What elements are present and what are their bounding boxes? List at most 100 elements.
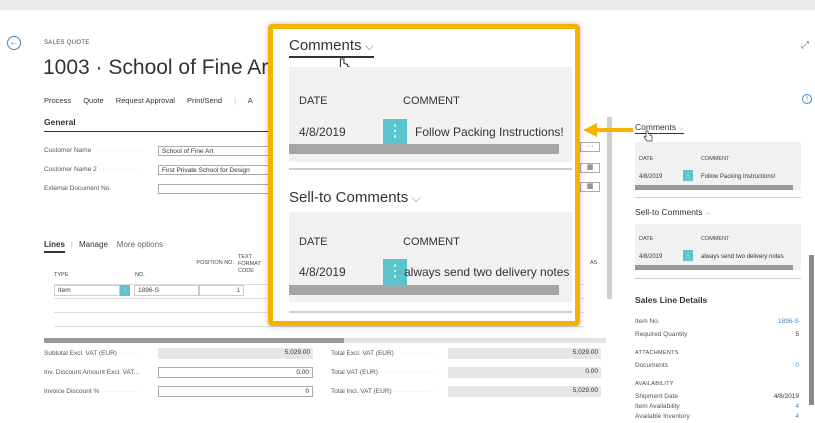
hand-cursor-icon [643, 130, 653, 142]
zoom-sell-to-scrollbar[interactable] [289, 285, 559, 295]
zoom-comments-scrollbar[interactable] [289, 144, 559, 154]
action-bar: Process Quote Request Approval Print/Sen… [44, 96, 263, 105]
fb-col-date: DATE [639, 236, 654, 242]
sld-available-inventory: Available Inventory 4 [635, 413, 799, 420]
page-caption: SALES QUOTE [44, 40, 90, 46]
dropdown-chevron-icon: ⌵ [704, 210, 711, 217]
zoom-col-date: DATE [299, 236, 328, 248]
inv-discount-field[interactable]: 0.00 [158, 367, 313, 378]
documents-link[interactable]: 0 [795, 362, 799, 369]
fb-sell-to-text[interactable]: always send two delivery notes [701, 254, 784, 260]
factbox-scrollbar[interactable] [809, 255, 814, 405]
lines-more-options[interactable]: More options [117, 240, 163, 249]
zoom-callout: Comments ⌵ DATE COMMENT 4/8/2019 ⋮ Follo… [268, 24, 580, 326]
sld-required-qty: Required Quantity 5 [635, 331, 799, 338]
factbox-sell-to-table: DATE COMMENT 4/8/2019 ⋮ always send two … [635, 224, 801, 270]
zoom-col-date: DATE [299, 95, 328, 107]
total-vat-value: 0.00 [448, 367, 601, 378]
table-row[interactable] [54, 326, 584, 337]
total-vat-label: Total VAT (EUR) · · · · · · · · · · · · … [331, 369, 434, 376]
zoom-sell-to-date: 4/8/2019 [299, 265, 346, 279]
fb-sell-to-date: 4/8/2019 [639, 254, 663, 260]
fb-comment-text[interactable]: Follow Packing Instructions! [701, 174, 775, 180]
total-incl-value: 5,029.00 [448, 386, 601, 397]
zoom-comments-title[interactable]: Comments ⌵ [289, 37, 374, 58]
col-position-no: POSITION NO. [196, 260, 234, 266]
factbox-divider [635, 278, 801, 279]
sld-shipment-date: Shipment Date 4/8/2019 [635, 393, 799, 400]
total-excl-value: 5,029.00 [448, 348, 601, 359]
page-title: 1003 · School of Fine Art [43, 56, 275, 79]
action-separator: | [234, 96, 237, 105]
lines-manage[interactable]: Manage [79, 240, 108, 249]
dropdown-chevron-icon: ⌵ [361, 39, 374, 53]
action-quote[interactable]: Quote [83, 96, 103, 105]
calendar-icon[interactable]: ▦ [580, 163, 600, 173]
actions-dots-icon[interactable]: ⋮ [683, 170, 693, 181]
line-type[interactable]: Item [54, 285, 120, 296]
fb-comments-scrollbar[interactable] [635, 185, 793, 190]
invoice-discount-pct-field[interactable]: 0 [158, 386, 313, 397]
horizontal-scrollbar[interactable] [44, 338, 606, 343]
info-icon[interactable]: i [802, 94, 812, 104]
fb-comment-date: 4/8/2019 [639, 174, 663, 180]
zoom-col-comment: COMMENT [403, 95, 460, 107]
page-vertical-scrollbar[interactable] [607, 117, 612, 299]
zoom-comment-text[interactable]: Follow Packing Instructions! [415, 125, 564, 139]
item-availability-link[interactable]: 4 [795, 403, 799, 410]
fb-col-comment: COMMENT [701, 156, 730, 162]
customer-name-2-label: Customer Name 2 · · · · · · · · · · · [44, 166, 141, 173]
action-print-send[interactable]: Print/Send [187, 96, 222, 105]
zoom-divider [289, 168, 572, 170]
factbox-divider [635, 197, 801, 198]
external-doc-field[interactable] [158, 184, 270, 194]
sales-line-details-title[interactable]: Sales Line Details [635, 295, 707, 305]
back-arrow-icon[interactable]: ← [7, 36, 21, 50]
col-type: TYPE [54, 272, 69, 278]
zoom-col-comment: COMMENT [403, 236, 460, 248]
dropdown-chevron-icon: ⌵ [678, 125, 684, 132]
inv-discount-label: Inv. Discount Amount Excl. VAT... [44, 369, 140, 376]
sld-item-no: Item No. 1896-S [635, 318, 799, 325]
customer-name-2-field[interactable]: First Private School for Design [158, 165, 270, 175]
zoom-comment-date: 4/8/2019 [299, 125, 346, 139]
customer-name-field[interactable]: School of Fine Art [158, 146, 270, 156]
customer-name-label: Customer Name · · · · · · · · · · · · · [44, 147, 143, 154]
line-position[interactable]: 1 [199, 285, 244, 296]
sld-item-availability: Item Availability 4 [635, 403, 799, 410]
expand-icon[interactable]: ⤢ [801, 40, 809, 51]
action-request-approval[interactable]: Request Approval [116, 96, 175, 105]
callout-arrow-icon [583, 123, 633, 137]
line-no[interactable]: 1896-S [134, 285, 199, 296]
actions-dots-icon[interactable]: ⋮ [120, 285, 130, 296]
factbox-comments-table: DATE COMMENT 4/8/2019 ⋮ Follow Packing I… [635, 142, 801, 190]
action-process[interactable]: Process [44, 96, 71, 105]
factbox-sell-to-title[interactable]: Sell-to Comments ⌵ [635, 207, 710, 218]
col-as: AS [590, 260, 598, 266]
actions-dots-icon[interactable]: ⋮ [683, 250, 693, 261]
item-no-link[interactable]: 1896-S [778, 318, 799, 325]
col-no: NO. [135, 272, 145, 278]
action-more[interactable]: A [248, 96, 253, 105]
lookup-ellipsis-icon[interactable]: ··· [580, 142, 600, 152]
general-heading[interactable]: General [44, 117, 299, 132]
lines-header: Lines | Manage More options [44, 240, 163, 253]
zoom-divider [289, 311, 572, 313]
availability-caption: AVAILABILITY [635, 381, 674, 387]
fb-col-date: DATE [639, 156, 654, 162]
total-excl-label: Total Excl. VAT (EUR) · · · · · · · · · … [331, 350, 434, 357]
actions-dots-icon[interactable]: ⋮ [383, 119, 407, 145]
dropdown-chevron-icon: ⌵ [408, 191, 421, 205]
fb-sell-to-scrollbar[interactable] [635, 265, 793, 270]
calendar-icon[interactable]: ▦ [580, 182, 600, 192]
fb-col-comment: COMMENT [701, 236, 730, 242]
external-doc-label: External Document No. [44, 185, 112, 192]
scrollbar-thumb[interactable] [44, 338, 344, 343]
lines-tab[interactable]: Lines [44, 240, 65, 253]
zoom-sell-to-title[interactable]: Sell-to Comments ⌵ [289, 189, 421, 206]
zoom-sell-to-text[interactable]: always send two delivery notes [404, 265, 569, 279]
col-text-format-code: TEXT FORMAT CODE [238, 254, 261, 274]
available-inventory-link[interactable]: 4 [795, 413, 799, 420]
attachments-caption: ATTACHMENTS [635, 350, 679, 356]
subtotal-label: Subtotal Excl. VAT (EUR) · · · · · · [44, 350, 141, 357]
